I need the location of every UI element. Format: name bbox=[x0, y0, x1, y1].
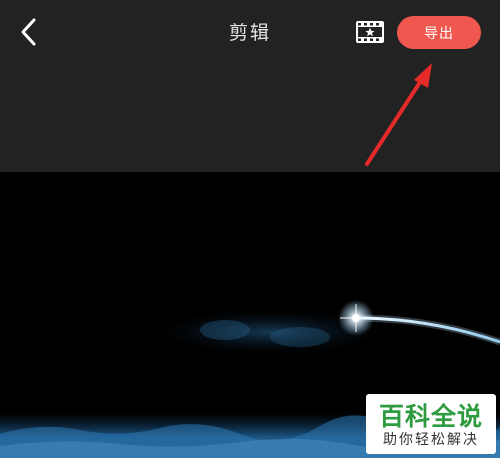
film-star-icon bbox=[356, 21, 384, 43]
film-template-button[interactable] bbox=[355, 20, 385, 44]
editor-toolbar: 剪辑 导出 bbox=[0, 0, 500, 172]
export-button[interactable]: 导出 bbox=[397, 16, 481, 49]
watermark-subtitle: 助你轻松解决 bbox=[383, 432, 479, 448]
editor-screen: 剪辑 导出 百科全说 助你轻松解决 bbox=[0, 0, 500, 458]
watermark-logo: 百科全说 助你轻松解决 bbox=[366, 394, 496, 454]
watermark-title: 百科全说 bbox=[378, 402, 483, 431]
